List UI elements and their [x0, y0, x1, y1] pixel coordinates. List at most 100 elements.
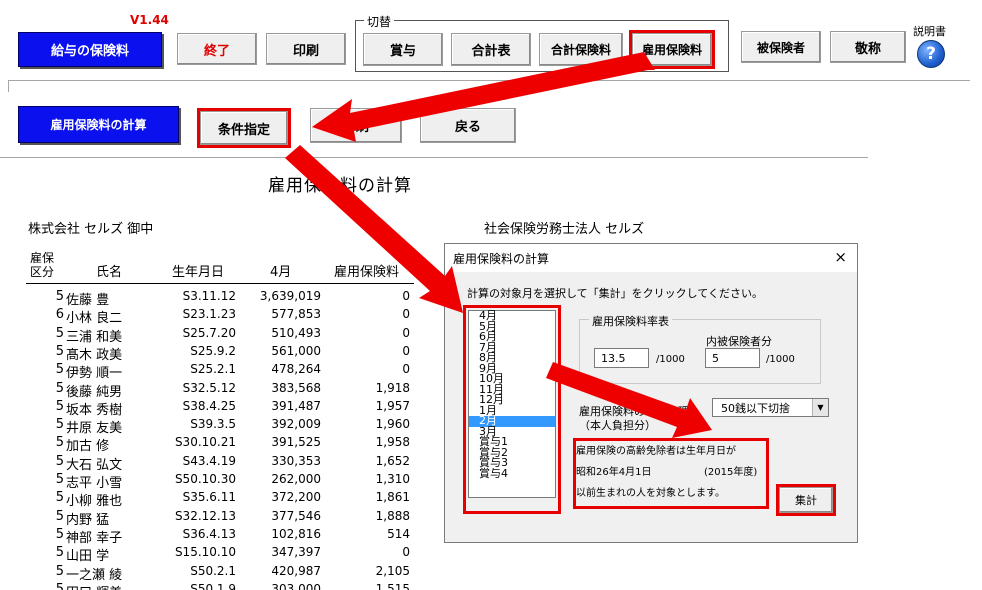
employment-insurance-highlight	[629, 30, 715, 69]
exit-button[interactable]: 終了	[177, 33, 257, 65]
summary-insurance-button[interactable]: 合計保険料	[539, 33, 623, 66]
condition-highlight	[197, 108, 291, 148]
cell-dob: S36.4.13	[182, 526, 236, 541]
cell-april: 303,000	[271, 581, 321, 590]
subbar-divider	[0, 157, 868, 158]
report-title: 雇用保険料の計算	[268, 176, 412, 196]
cell-kbn: 5	[55, 398, 64, 414]
employee-share-input[interactable]: 5	[705, 348, 760, 368]
table-row: 5 一之瀬 綾 S50.2.1 420,987 2,105	[28, 563, 418, 583]
table-row: 5 大石 弘文 S43.4.19 330,353 1,652	[28, 453, 418, 473]
cell-april: 330,353	[271, 453, 321, 468]
cell-april: 262,000	[271, 472, 321, 486]
rounding-sub-label: （本人負担分）	[579, 419, 656, 432]
cell-insurance: 0	[402, 289, 410, 303]
cell-name: 伊勢 順一	[66, 366, 123, 382]
cell-kbn: 6	[55, 307, 64, 323]
rate-input[interactable]: 13.5	[594, 348, 649, 368]
cell-april: 510,493	[271, 325, 321, 340]
cell-kbn: 5	[55, 563, 64, 579]
toolbar-divider	[8, 80, 970, 81]
cell-name: 小林 良二	[66, 311, 123, 327]
table-row: 5 三浦 和美 S25.7.20 510,493 0	[28, 325, 418, 345]
cell-dob: S32.5.12	[182, 380, 236, 395]
cell-kbn: 5	[55, 325, 64, 341]
dialog-title: 雇用保険料の計算	[453, 251, 550, 266]
rounding-select-value: 50銭以下切捨	[721, 401, 790, 415]
cell-insurance: 514	[387, 526, 410, 541]
employee-share-label: 内被保険者分	[706, 335, 772, 348]
summary-button[interactable]: 合計表	[451, 33, 531, 66]
cell-dob: S25.9.2	[190, 343, 236, 358]
cell-april: 478,264	[271, 362, 321, 377]
cell-insurance: 1,888	[375, 508, 410, 523]
cell-april: 383,568	[271, 380, 321, 395]
cell-kbn: 5	[55, 417, 64, 433]
header-kbn: 雇保 区分	[30, 251, 55, 279]
cell-insurance: 0	[402, 325, 410, 340]
help-label: 説明書	[913, 25, 946, 38]
table-row: 5田口 輝美 S50.1.9 303,000 1,515	[28, 582, 418, 590]
cell-insurance: 1,957	[375, 398, 410, 413]
rate-unit: /1000	[656, 354, 685, 365]
cell-insurance: 2,105	[375, 563, 410, 578]
cell-name: 神部 幸子	[66, 530, 123, 546]
client-name: 株式会社 セルズ 御中	[28, 222, 154, 237]
cell-insurance: 1,652	[375, 453, 410, 468]
dialog-instruction: 計算の対象月を選択して「集計」をクリックしてください。	[467, 287, 764, 300]
sub-print-button[interactable]: 印刷	[310, 108, 402, 143]
cell-kbn: 5	[55, 545, 64, 561]
cell-kbn: 5	[55, 435, 64, 451]
cell-name: 大石 弘文	[66, 457, 123, 473]
cell-dob: S39.3.5	[190, 417, 236, 432]
cell-april: 3,639,019	[259, 289, 321, 303]
table-row: 5 髙木 政美 S25.9.2 561,000 0	[28, 343, 418, 363]
cell-name: 山田 学	[66, 549, 110, 565]
header-dob: 生年月日	[172, 265, 225, 280]
table-row: 5 小柳 雅也 S35.6.11 372,200 1,861	[28, 490, 418, 510]
cell-insurance: 1,310	[375, 472, 410, 486]
table-row: 6 小林 良二 S23.1.23 577,853 0	[28, 307, 418, 327]
employee-share-unit: /1000	[766, 354, 795, 365]
close-icon[interactable]: ×	[834, 248, 847, 266]
cell-kbn: 5	[55, 343, 64, 359]
cell-dob: S3.11.12	[182, 289, 236, 303]
table-row: 5 井原 友美 S39.3.5 392,009 1,960	[28, 417, 418, 436]
rounding-select[interactable]: 50銭以下切捨 ▼	[712, 398, 829, 417]
header-rule	[26, 283, 414, 284]
toolbar-divider-left	[8, 80, 9, 92]
cell-insurance: 1,958	[375, 435, 410, 450]
cell-dob: S25.2.1	[190, 362, 236, 377]
cell-name: 小柳 雅也	[66, 494, 123, 510]
chevron-down-icon[interactable]: ▼	[812, 399, 828, 416]
cell-kbn: 5	[55, 289, 64, 304]
cell-kbn: 5	[55, 490, 64, 506]
cell-april: 372,200	[271, 490, 321, 505]
cell-dob: S38.4.25	[182, 398, 236, 413]
cell-name: 坂本 秀樹	[66, 402, 123, 418]
print-button[interactable]: 印刷	[266, 33, 346, 65]
cell-dob: S50.10.30	[174, 472, 236, 486]
back-button[interactable]: 戻る	[420, 108, 516, 143]
calc-button[interactable]: 雇用保険料の計算	[18, 106, 179, 143]
table-row: 5 神部 幸子 S36.4.13 102,816 514	[28, 526, 418, 546]
cell-dob: S50.1.9	[190, 581, 236, 590]
cell-kbn: 5	[55, 362, 64, 378]
cell-insurance: 1,918	[375, 380, 410, 395]
cell-dob: S50.2.1	[190, 563, 236, 578]
cell-insurance: 1,515	[375, 581, 410, 590]
app-button[interactable]: 給与の保険料	[18, 32, 162, 67]
office-name: 社会保険労務士法人 セルズ	[484, 222, 645, 237]
bonus-button[interactable]: 賞与	[363, 33, 443, 66]
help-icon[interactable]: ?	[917, 40, 945, 68]
cell-dob: S43.4.19	[182, 453, 236, 468]
honorific-button[interactable]: 敬称	[830, 31, 906, 63]
switch-group-label: 切替	[364, 13, 395, 30]
cell-insurance: 0	[402, 362, 410, 377]
header-insurance: 雇用保険料	[334, 265, 400, 280]
table-row: 5 伊勢 順一 S25.2.1 478,264 0	[28, 362, 418, 382]
table-row: 5 加古 修 S30.10.21 391,525 1,958	[28, 435, 418, 454]
insured-button[interactable]: 被保険者	[741, 31, 821, 63]
cell-april: 561,000	[271, 343, 321, 358]
cell-april: 391,487	[271, 398, 321, 413]
